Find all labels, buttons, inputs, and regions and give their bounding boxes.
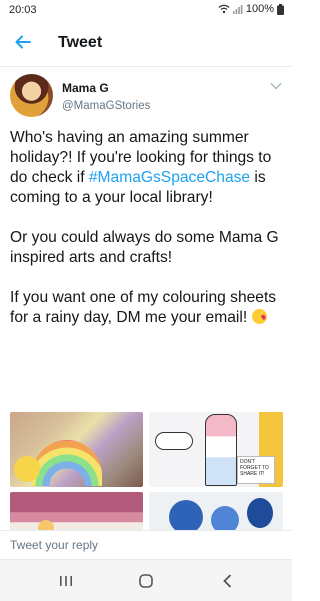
status-bar: 20:03 100%	[0, 0, 292, 20]
tweet-text: Who's having an amazing summer holiday?!…	[10, 128, 288, 328]
chevron-down-icon[interactable]	[270, 82, 282, 90]
photo-library-display[interactable]	[10, 412, 143, 487]
author-name[interactable]: Mama G	[62, 81, 109, 95]
wifi-icon	[218, 4, 230, 14]
back-arrow-icon[interactable]	[14, 33, 32, 51]
navigation-bar	[0, 559, 292, 601]
cloud-drawing	[155, 432, 193, 450]
home-icon[interactable]	[136, 571, 156, 591]
author-handle[interactable]: @MamaGStories	[62, 100, 150, 112]
tweet-paragraph-2: Or you could always do some Mama G inspi…	[10, 229, 279, 266]
back-icon[interactable]	[218, 571, 238, 591]
signal-icon	[232, 5, 243, 14]
kiss-emoji-icon	[251, 309, 267, 324]
page-title: Tweet	[58, 34, 103, 51]
tweet-paragraph-1: Who's having an amazing summer holiday?!…	[10, 129, 272, 206]
reply-bar[interactable]: Tweet your reply	[0, 530, 292, 559]
blue-blob	[169, 500, 203, 534]
photo-colouring-sheet[interactable]: DON'T FORGET TO SHARE IT!	[149, 412, 283, 487]
status-icons: 100%	[218, 3, 284, 15]
rainbow-art	[32, 440, 102, 486]
tweet-paragraph-3: If you want one of my colouring sheets f…	[10, 289, 277, 326]
battery-icon	[277, 3, 284, 15]
app-bar: Tweet	[0, 20, 292, 67]
avatar[interactable]	[10, 74, 53, 117]
figure-drawing	[205, 414, 237, 486]
status-time: 20:03	[9, 4, 37, 16]
hashtag-link[interactable]: #MamaGsSpaceChase	[89, 169, 250, 186]
flower-art	[14, 456, 40, 482]
battery-percent: 100%	[245, 3, 274, 15]
reply-input[interactable]: Tweet your reply	[10, 538, 98, 552]
recent-apps-icon[interactable]	[56, 571, 76, 591]
blue-blob	[247, 498, 273, 528]
share-card: DON'T FORGET TO SHARE IT!	[237, 456, 275, 484]
